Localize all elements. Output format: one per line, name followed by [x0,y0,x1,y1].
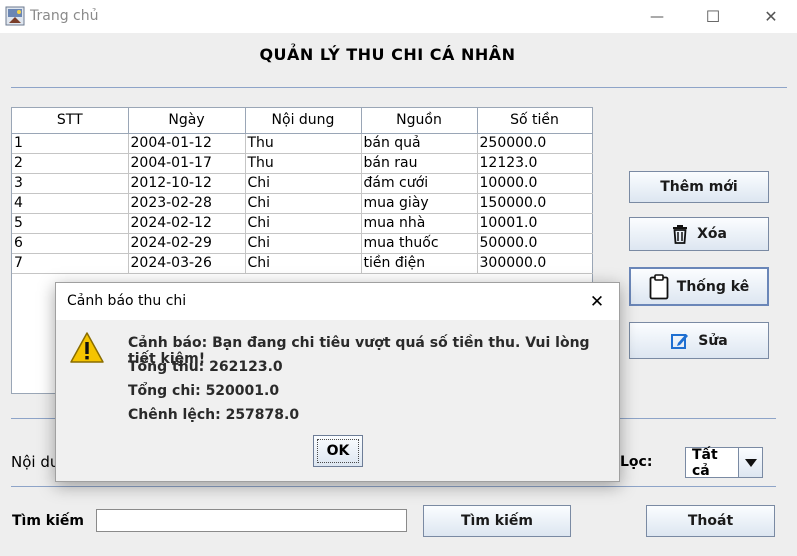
cell-amount: 300000.0 [477,253,593,274]
exit-button[interactable]: Thoát [646,505,775,537]
bottom-divider [11,486,776,487]
search-label: Tìm kiếm [12,513,85,529]
filter-label: Lọc: [620,454,653,470]
cell-stt: 6 [12,233,129,254]
cell-stt: 4 [12,193,129,214]
cell-amount: 250000.0 [477,133,593,154]
table-row[interactable]: 2 2004-01-17 Thu bán rau 12123.0 [12,153,593,174]
cell-source: mua nhà [361,213,478,234]
cell-source: bán rau [361,153,478,174]
edit-button[interactable]: Sửa [629,322,769,359]
maximize-icon: ☐ [705,7,721,26]
warning-dialog: Cảnh báo thu chi ✕ Cảnh báo: Bạn đang ch… [55,282,620,482]
ok-label: OK [326,443,350,459]
total-income-text: Tổng thu: 262123.0 [128,359,283,375]
delete-label: Xóa [697,226,727,242]
cell-stt: 1 [12,133,129,154]
page-title: QUẢN LÝ THU CHI CÁ NHÂN [259,45,516,64]
column-header-date[interactable]: Ngày [128,108,246,134]
cell-amount: 10001.0 [477,213,593,234]
cell-amount: 150000.0 [477,193,593,214]
cell-content: Thu [245,153,362,174]
exit-button-label: Thoát [687,513,734,529]
cell-date: 2004-01-12 [128,133,246,154]
cell-amount: 10000.0 [477,173,593,194]
cell-source: đám cưới [361,173,478,194]
cell-date: 2004-01-17 [128,153,246,174]
cell-date: 2024-02-29 [128,233,246,254]
statistics-button[interactable]: Thống kê [629,267,769,306]
filter-dropdown[interactable]: Tất cả [685,446,763,479]
dialog-close-button[interactable]: ✕ [584,289,610,315]
cell-source: bán quả [361,133,478,154]
window-title: Trang chủ [30,8,99,24]
table-row[interactable]: 6 2024-02-29 Chi mua thuốc 50000.0 [12,233,593,254]
cell-date: 2024-02-12 [128,213,246,234]
ok-button[interactable]: OK [313,435,363,467]
close-window-button[interactable]: ✕ [748,0,794,33]
search-button[interactable]: Tìm kiếm [423,505,571,537]
dropdown-arrow-button[interactable] [738,448,762,477]
delete-button[interactable]: Xóa [629,217,769,251]
dialog-titlebar: Cảnh báo thu chi ✕ [56,283,619,320]
statistics-label: Thống kê [676,278,750,295]
cell-date: 2012-10-12 [128,173,246,194]
maximize-button[interactable]: ☐ [690,0,736,33]
column-header-content[interactable]: Nội dung [245,108,362,134]
window-titlebar: Trang chủ — ☐ ✕ [0,0,797,33]
table-header-row: STT Ngày Nội dung Nguồn Số tiền [12,108,593,134]
clipboard-icon [649,273,669,299]
cell-stt: 7 [12,253,129,274]
column-header-stt[interactable]: STT [12,108,129,134]
cell-content: Chi [245,193,362,214]
difference-text: Chênh lệch: 257878.0 [128,407,300,423]
cell-content: Chi [245,213,362,234]
cell-amount: 50000.0 [477,233,593,254]
search-button-label: Tìm kiếm [460,513,533,529]
minimize-button[interactable]: — [634,0,680,33]
table-row[interactable]: 3 2012-10-12 Chi đám cưới 10000.0 [12,173,593,194]
app-window-icon [5,6,25,26]
add-new-button[interactable]: Thêm mới [629,171,769,203]
cell-source: tiền điện [361,253,478,274]
total-expense-text: Tổng chi: 520001.0 [128,383,280,399]
table-row[interactable]: 4 2023-02-28 Chi mua giày 150000.0 [12,193,593,214]
cell-stt: 3 [12,173,129,194]
cell-source: mua thuốc [361,233,478,254]
column-header-source[interactable]: Nguồn [361,108,478,134]
cell-stt: 5 [12,213,129,234]
cell-content: Chi [245,173,362,194]
filter-selected-value: Tất cả [692,446,718,479]
cell-content: Chi [245,233,362,254]
content-label: Nội du [11,453,60,471]
cell-amount: 12123.0 [477,153,593,174]
cell-content: Chi [245,253,362,274]
transactions-grid: STT Ngày Nội dung Nguồn Số tiền 1 2004-01… [12,108,593,274]
table-row[interactable]: 1 2004-01-12 Thu bán quả 250000.0 [12,133,593,154]
close-icon: ✕ [589,292,605,312]
chevron-down-icon [744,458,757,467]
table-row[interactable]: 7 2024-03-26 Chi tiền điện 300000.0 [12,253,593,274]
search-input[interactable] [96,509,407,532]
column-header-amount[interactable]: Số tiền [477,108,593,134]
close-icon: ✕ [764,7,778,26]
cell-source: mua giày [361,193,478,214]
table-row[interactable]: 5 2024-02-12 Chi mua nhà 10001.0 [12,213,593,234]
cell-date: 2024-03-26 [128,253,246,274]
warning-icon [70,332,104,363]
cell-stt: 2 [12,153,129,174]
trash-icon [673,225,688,244]
minimize-icon: — [650,8,664,25]
dialog-title: Cảnh báo thu chi [67,293,187,309]
top-divider [11,87,787,88]
add-new-label: Thêm mới [660,179,738,195]
edit-icon [671,333,689,349]
edit-label: Sửa [698,332,728,349]
cell-content: Thu [245,133,362,154]
cell-date: 2023-02-28 [128,193,246,214]
